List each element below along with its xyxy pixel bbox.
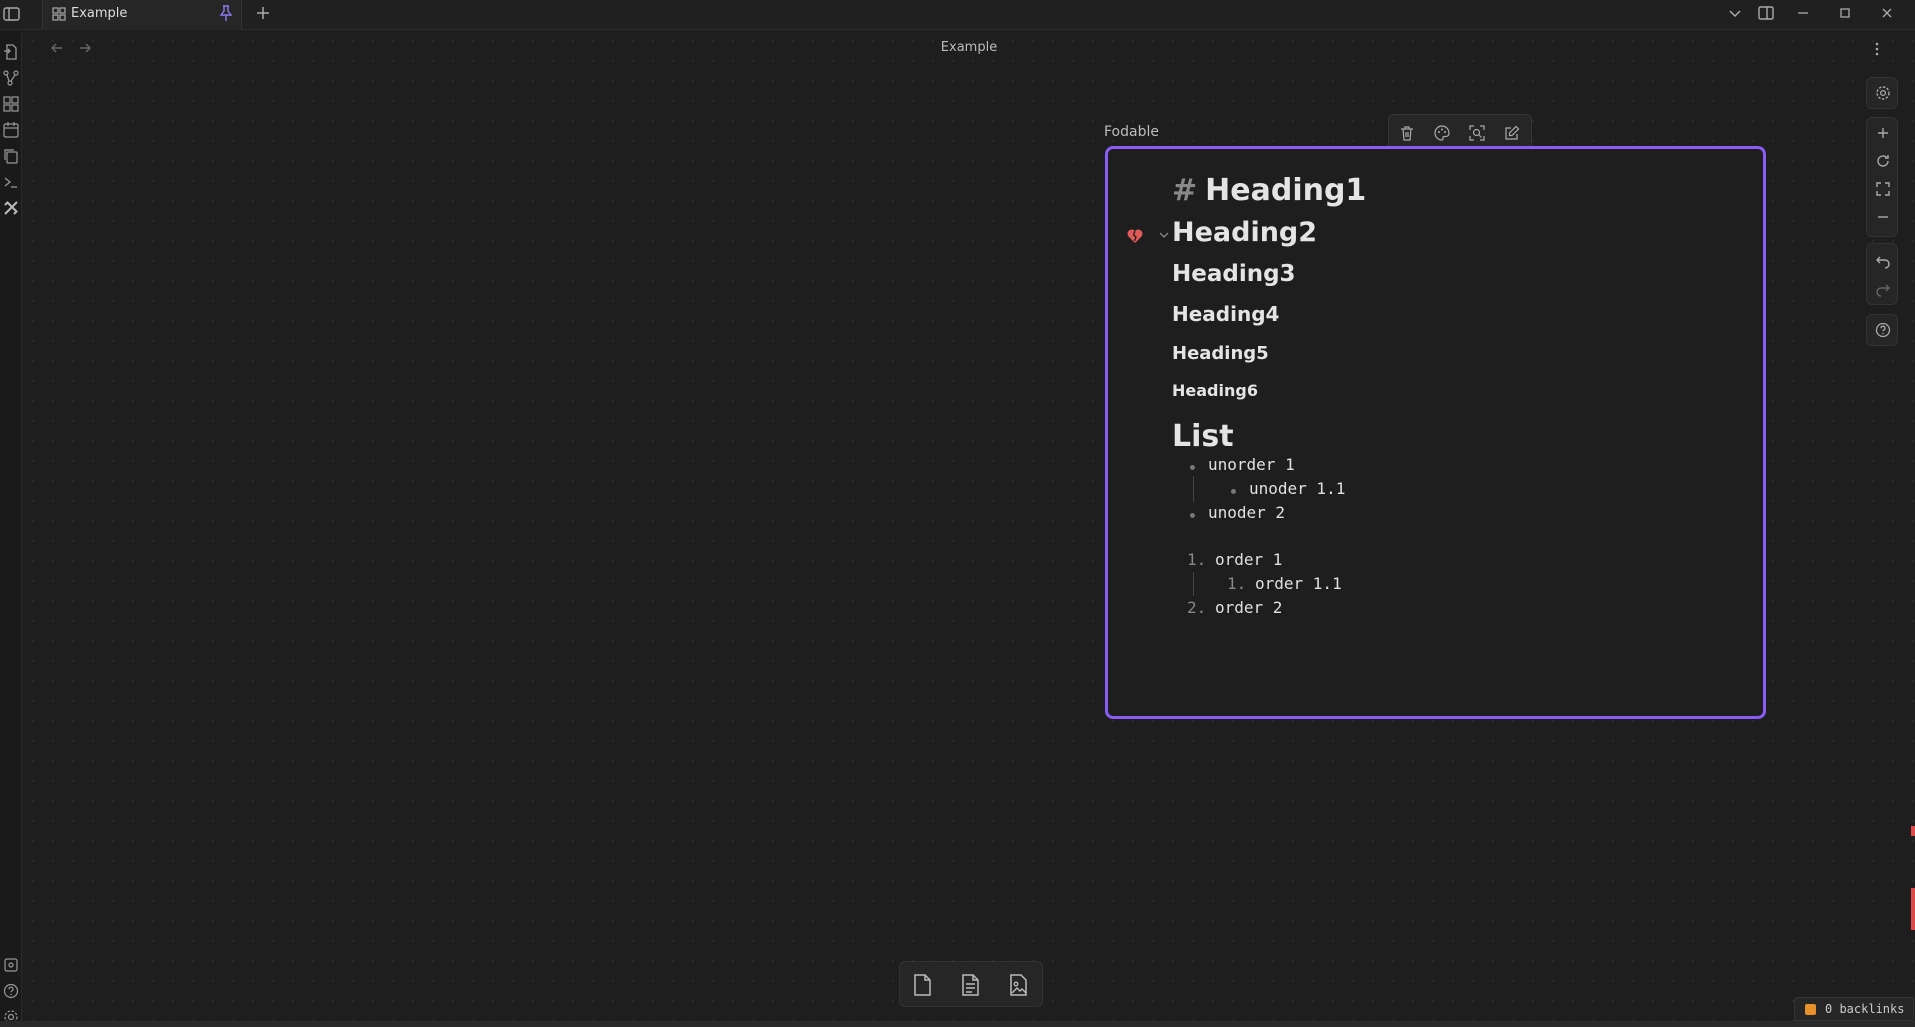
add-card-toolbar (899, 961, 1043, 1007)
zoom-to-fit-icon[interactable] (1874, 180, 1892, 198)
reset-zoom-icon[interactable] (1874, 152, 1892, 170)
zoom-to-selection-icon[interactable] (1468, 124, 1486, 142)
more-options-icon[interactable] (1868, 39, 1886, 59)
list-item: unoder 1.1 (1249, 479, 1346, 498)
backlinks-badge[interactable]: 0 backlinks (1794, 997, 1914, 1021)
calendar-icon[interactable] (2, 121, 20, 139)
heading-1: # Heading1 (1172, 173, 1366, 208)
history-controls (1866, 243, 1898, 305)
zoom-in-icon[interactable] (1874, 124, 1892, 142)
bullet (1190, 513, 1195, 518)
canvas-icon (52, 7, 66, 21)
maximize-icon[interactable] (1835, 3, 1855, 23)
list-number: 2. (1187, 598, 1207, 617)
tab-example[interactable]: Example (42, 0, 242, 30)
edit-pencil-icon[interactable] (1503, 124, 1521, 142)
canvas-settings-group (1866, 77, 1898, 109)
indent-guide (1193, 572, 1194, 596)
list-number: 1. (1187, 550, 1207, 569)
canvas-grid-icon[interactable] (2, 95, 20, 113)
list-heading: List (1172, 419, 1234, 454)
canvas-help-icon[interactable] (1874, 321, 1892, 339)
tools-icon[interactable] (2, 199, 20, 217)
left-ribbon (0, 31, 22, 1027)
heading-2: Heading2 (1172, 217, 1318, 248)
tab-label: Example (71, 6, 128, 21)
new-card-icon[interactable] (909, 972, 935, 998)
help-icon[interactable] (2, 982, 20, 1000)
view-title: Example (940, 40, 998, 55)
ordered-item: order 1.1 (1255, 574, 1342, 593)
fold-chevron-icon[interactable] (1158, 229, 1170, 241)
backlinks-icon (1805, 1004, 1816, 1015)
indent-guide (1193, 476, 1194, 502)
help-group (1866, 314, 1898, 346)
bullet (1190, 465, 1195, 470)
vault-help-icon[interactable] (2, 956, 20, 974)
list-item: unoder 2 (1208, 503, 1286, 522)
split-view-icon[interactable] (1756, 3, 1776, 23)
zoom-out-icon[interactable] (1874, 208, 1892, 226)
heading-5: Heading5 (1172, 343, 1269, 364)
status-bar (0, 1021, 1915, 1027)
ordered-item: order 1 (1215, 550, 1283, 569)
tab-list-chevron-icon[interactable] (1725, 3, 1745, 23)
graph-view-icon[interactable] (2, 69, 20, 87)
copy-files-icon[interactable] (2, 147, 20, 165)
list-number: 1. (1227, 574, 1247, 593)
heading-hash: # (1172, 173, 1198, 208)
redo-icon[interactable] (1874, 279, 1892, 297)
scroll-marker (1911, 888, 1915, 930)
backlinks-count: 0 backlinks (1825, 1002, 1905, 1016)
heading-6: Heading6 (1172, 381, 1258, 400)
zoom-controls (1866, 117, 1898, 237)
node-toolbar (1388, 114, 1532, 150)
pin-icon[interactable] (218, 4, 234, 22)
scroll-marker (1911, 826, 1915, 836)
bullet (1231, 489, 1236, 494)
canvas-settings-icon[interactable] (1874, 84, 1892, 102)
sidebar-toggle-icon[interactable] (2, 4, 22, 24)
heading-3: Heading3 (1172, 261, 1296, 287)
add-note-icon[interactable] (957, 972, 983, 998)
terminal-icon[interactable] (2, 173, 20, 191)
heading-1-text: Heading1 (1205, 173, 1367, 208)
add-media-icon[interactable] (1005, 972, 1031, 998)
close-icon[interactable] (1877, 3, 1897, 23)
undo-icon[interactable] (1874, 251, 1892, 269)
new-tab-icon[interactable] (253, 3, 273, 23)
ordered-item: order 2 (1215, 598, 1283, 617)
markdown-node[interactable]: # Heading1 Heading2 Heading3 Heading4 Hea… (1105, 146, 1766, 719)
node-label: Fodable (1104, 124, 1159, 140)
minimize-icon[interactable] (1793, 3, 1813, 23)
tab-bar: Example (0, 0, 1915, 30)
broken-heart-icon (1127, 229, 1143, 243)
color-palette-icon[interactable] (1433, 124, 1451, 142)
delete-trash-icon[interactable] (1398, 124, 1416, 142)
list-item: unorder 1 (1208, 455, 1295, 474)
heading-4: Heading4 (1172, 302, 1280, 326)
open-quick-switcher-icon[interactable] (2, 43, 20, 61)
